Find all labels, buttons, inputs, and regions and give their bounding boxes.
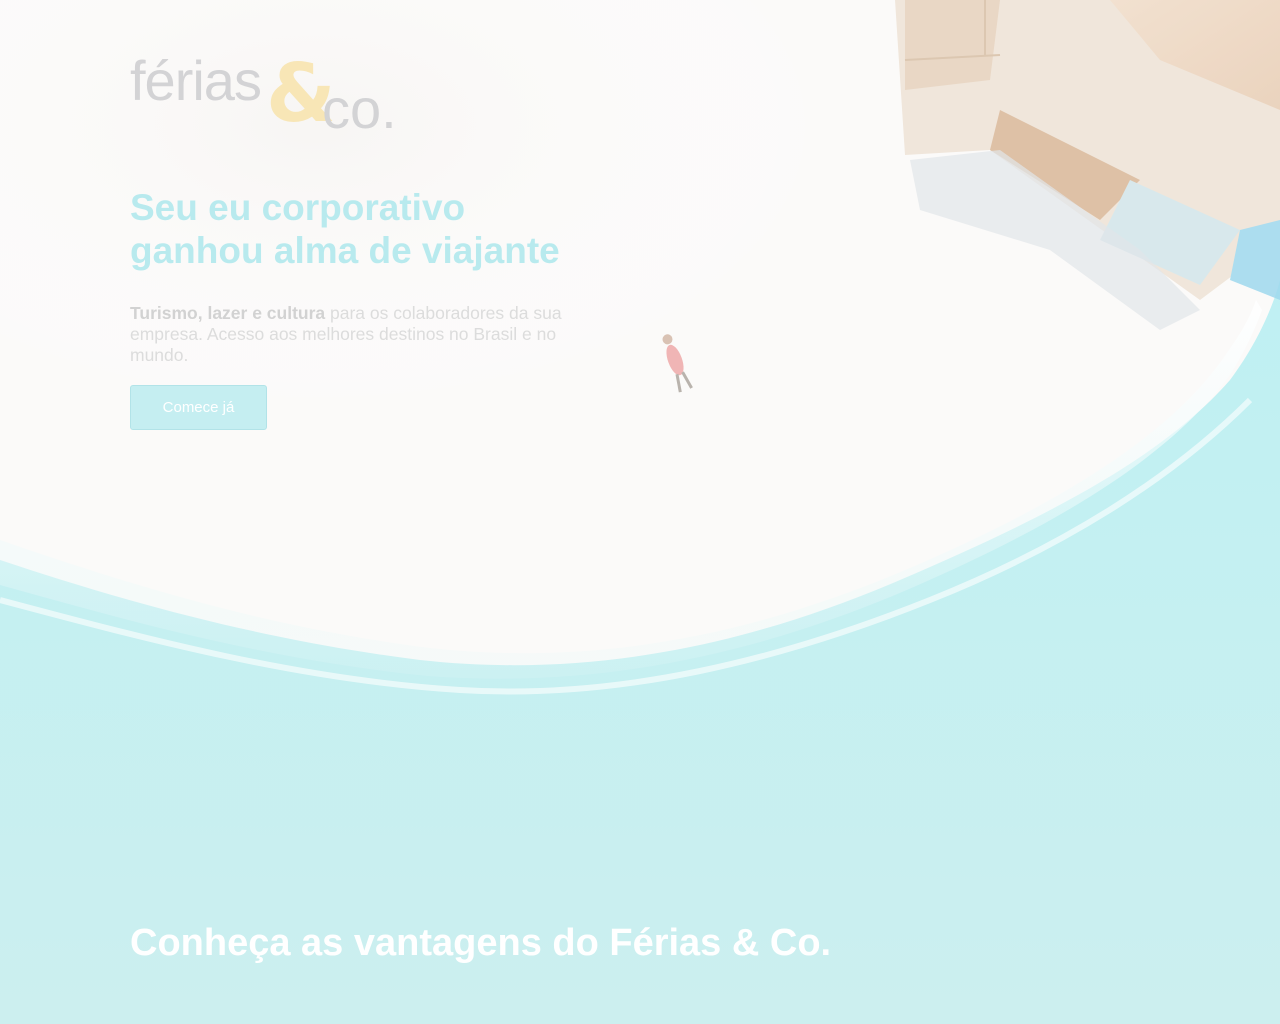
brand-logo[interactable]: férias & co. [130, 48, 400, 143]
hero-description: Turismo, lazer e cultura para os colabor… [130, 303, 570, 366]
hero-description-highlight: Turismo, lazer e cultura [130, 303, 326, 323]
logo-text-co: co. [322, 77, 397, 140]
hero-headline: Seu eu corporativo ganhou alma de viajan… [130, 186, 650, 272]
hero-background-image [0, 0, 1280, 1024]
landing-page: férias & co. Seu eu corporativo ganhou a… [0, 0, 1280, 1024]
advantages-section-title: Conheça as vantagens do Férias & Co. [130, 922, 832, 964]
hero-headline-line-1: Seu eu corporativo [130, 187, 466, 228]
hero-headline-line-2: ganhou alma de viajante [130, 230, 560, 271]
start-now-button[interactable]: Comece já [130, 385, 267, 430]
logo-text-ferias: férias [130, 49, 262, 112]
